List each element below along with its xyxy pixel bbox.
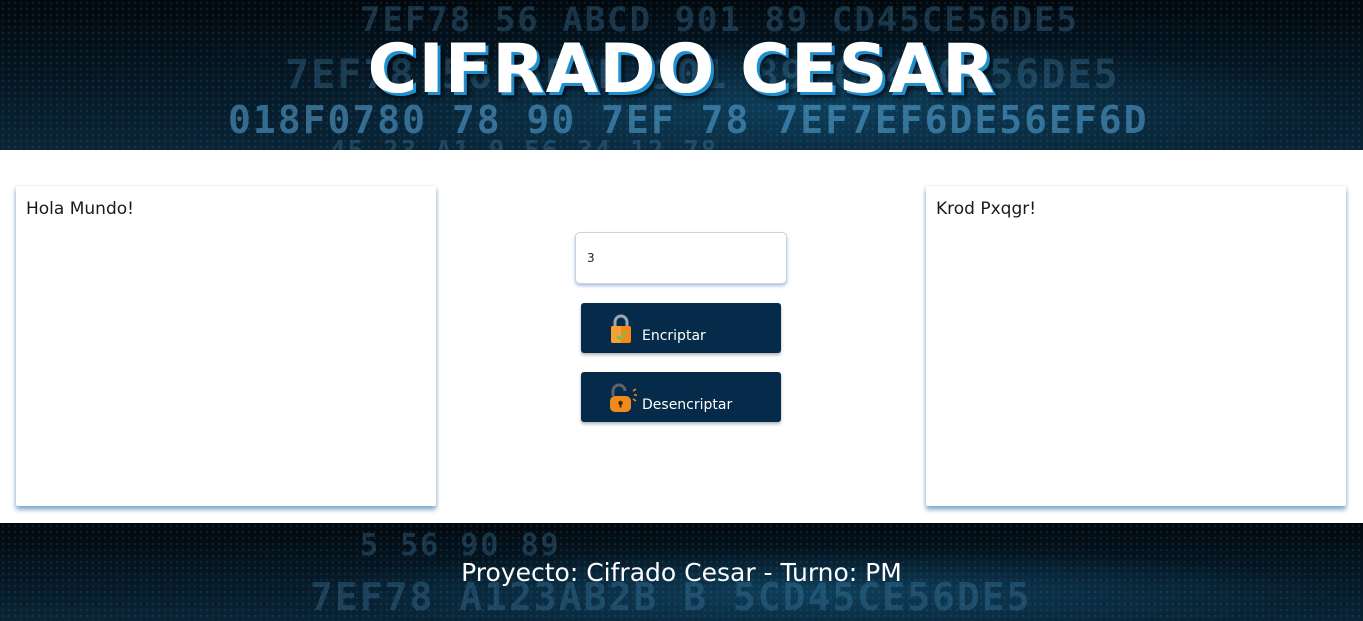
cipher-text-output[interactable]: Krod Pxqgr!	[926, 186, 1346, 506]
shift-key-input[interactable]	[575, 232, 787, 284]
padlock-closed-icon	[608, 313, 634, 345]
decrypt-button-label: Desencriptar	[642, 397, 733, 413]
plain-text-input[interactable]: Hola Mundo!	[16, 186, 436, 506]
footer-banner: 5 56 90 89 7EF78 A123AB2B B 5CD45CE56DE5…	[0, 523, 1363, 621]
encrypt-button-label: Encriptar	[642, 328, 706, 344]
decrypt-button[interactable]: Desencriptar	[581, 372, 781, 422]
encrypt-button[interactable]: Encriptar	[581, 303, 781, 353]
footer-project-text: Proyecto: Cifrado Cesar - Turno: PM	[461, 558, 902, 587]
padlock-open-icon	[608, 382, 637, 414]
page-title: CIFRADO CESAR	[367, 30, 996, 109]
header-bg-hex-row-3: 45 23 A1 9 56 34 12 78	[330, 136, 718, 150]
header-banner: 7EF78 56 ABCD 901 89 CD45CE56DE5 7EF78 5…	[0, 0, 1363, 150]
